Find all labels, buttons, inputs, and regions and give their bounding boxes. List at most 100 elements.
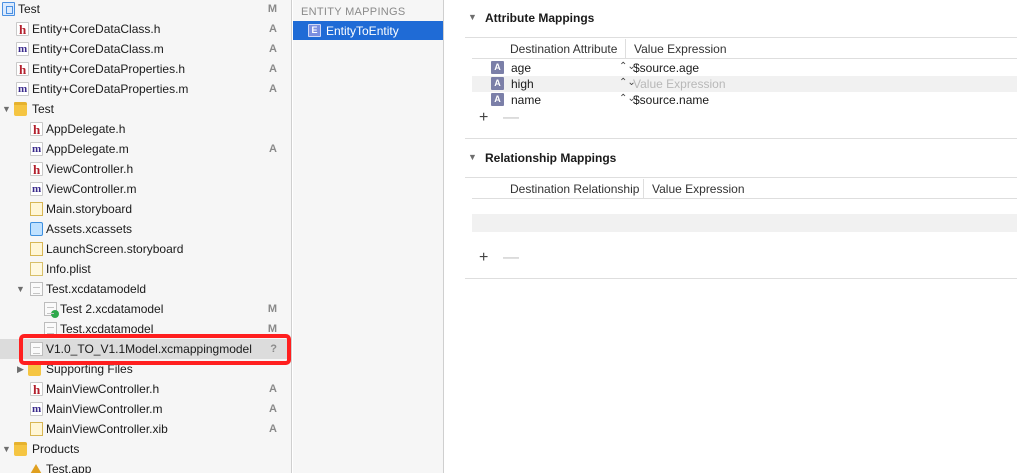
- nav-row-file[interactable]: Entity+CoreDataClass.m A: [0, 39, 291, 59]
- plist-icon: [30, 262, 43, 276]
- nav-row-file[interactable]: Entity+CoreDataProperties.h A: [0, 59, 291, 79]
- nav-row-file[interactable]: MainViewController.xib A: [0, 419, 291, 439]
- add-relationship-mapping-button[interactable]: +: [479, 249, 488, 267]
- nav-row-label: AppDelegate.h: [46, 122, 126, 136]
- column-divider: [643, 179, 644, 199]
- nav-row-file[interactable]: ViewController.h: [0, 159, 291, 179]
- status-badge: A: [269, 383, 277, 395]
- nav-row-label: Entity+CoreDataProperties.m: [32, 82, 189, 96]
- divider: [465, 138, 1017, 139]
- nav-row-file[interactable]: Assets.xcassets: [0, 219, 291, 239]
- nav-row-file[interactable]: MainViewController.m A: [0, 399, 291, 419]
- nav-row-file[interactable]: LaunchScreen.storyboard: [0, 239, 291, 259]
- nav-row-file[interactable]: ViewController.m: [0, 179, 291, 199]
- data-model-icon: [44, 302, 59, 318]
- status-badge: M: [267, 303, 277, 315]
- entity-icon: E: [308, 24, 321, 37]
- disclosure-triangle-open-icon[interactable]: ▼: [16, 284, 25, 294]
- implementation-file-icon: [30, 402, 43, 416]
- disclosure-triangle-open-icon[interactable]: ▼: [2, 104, 11, 114]
- nav-row-group-datamodel[interactable]: ▼ Test.xcdatamodeld: [0, 279, 291, 299]
- relationship-mappings-title: Relationship Mappings: [485, 151, 617, 165]
- nav-row-label: Assets.xcassets: [46, 222, 133, 236]
- add-attribute-mapping-button[interactable]: +: [479, 109, 488, 127]
- entity-mapping-label: EntityToEntity: [326, 24, 399, 38]
- nav-row-file[interactable]: MainViewController.h A: [0, 379, 291, 399]
- folder-icon: [14, 102, 27, 116]
- project-navigator: Test M Entity+CoreDataClass.h A Entity+C…: [0, 0, 292, 473]
- column-divider: [625, 39, 626, 59]
- nav-row-group-test[interactable]: ▼ Test: [0, 99, 291, 119]
- column-header-destination-relationship[interactable]: Destination Relationship: [510, 182, 639, 196]
- status-badge: A: [269, 43, 277, 55]
- relationship-empty-row: [472, 214, 1017, 232]
- nav-row-file[interactable]: Entity+CoreDataProperties.m A: [0, 79, 291, 99]
- divider: [472, 198, 1017, 199]
- folder-icon: [14, 442, 27, 456]
- nav-row-file[interactable]: Entity+CoreDataClass.h A: [0, 19, 291, 39]
- attribute-name: age: [511, 61, 532, 75]
- attribute-name: high: [511, 77, 534, 91]
- nav-row-label: Test.xcdatamodeld: [46, 282, 147, 296]
- entity-mapping-row-selected[interactable]: E EntityToEntity: [293, 21, 443, 40]
- nav-row-label: Test: [32, 102, 55, 116]
- status-badge: A: [269, 403, 277, 415]
- nav-row-file[interactable]: Test 2.xcdatamodel M: [0, 299, 291, 319]
- remove-relationship-mapping-button[interactable]: —: [503, 249, 519, 267]
- attribute-icon: A: [491, 61, 504, 74]
- nav-row-file[interactable]: Main.storyboard: [0, 199, 291, 219]
- column-header-destination-attribute[interactable]: Destination Attribute: [510, 42, 617, 56]
- disclosure-triangle-open-icon[interactable]: ▼: [2, 444, 11, 454]
- status-badge: M: [267, 3, 277, 15]
- nav-row-label: Test: [18, 2, 41, 16]
- nav-row-label: Entity+CoreDataClass.h: [32, 22, 161, 36]
- nav-row-label: MainViewController.h: [46, 382, 160, 396]
- status-badge: A: [269, 83, 277, 95]
- project-icon: [2, 2, 15, 16]
- nav-row-label: Info.plist: [46, 262, 91, 276]
- nav-row-file[interactable]: AppDelegate.m A: [0, 139, 291, 159]
- nav-row-label: MainViewController.xib: [46, 422, 168, 436]
- nav-row-label: Entity+CoreDataProperties.h: [32, 62, 186, 76]
- value-expression-field[interactable]: $source.name: [633, 93, 709, 107]
- current-version-check-icon: [51, 310, 59, 318]
- nav-row-project-test[interactable]: Test M: [0, 0, 291, 19]
- disclosure-triangle-open-icon[interactable]: ▼: [468, 152, 477, 162]
- nav-row-file[interactable]: Test.app: [0, 459, 291, 473]
- status-badge: A: [269, 23, 277, 35]
- divider: [465, 278, 1017, 279]
- column-header-value-expression[interactable]: Value Expression: [652, 182, 745, 196]
- attribute-mappings-title: Attribute Mappings: [485, 11, 595, 25]
- disclosure-triangle-open-icon[interactable]: ▼: [468, 12, 477, 22]
- column-header-value-expression[interactable]: Value Expression: [634, 42, 727, 56]
- divider: [465, 37, 1017, 38]
- nav-row-label: LaunchScreen.storyboard: [46, 242, 184, 256]
- nav-row-file[interactable]: AppDelegate.h: [0, 119, 291, 139]
- status-badge: A: [269, 423, 277, 435]
- attribute-mapping-row[interactable]: A high ⌃⌄ Value Expression: [472, 76, 1017, 92]
- nav-row-label: Products: [32, 442, 80, 456]
- nav-row-label: Entity+CoreDataClass.m: [32, 42, 164, 56]
- header-file-icon: [30, 122, 43, 138]
- nav-row-group-products[interactable]: ▼ Products: [0, 439, 291, 459]
- attribute-mapping-row[interactable]: A name ⌃⌄ $source.name: [472, 92, 1017, 108]
- value-expression-field[interactable]: $source.age: [633, 61, 699, 75]
- nav-row-label: MainViewController.m: [46, 402, 163, 416]
- attribute-mapping-row[interactable]: A age ⌃⌄ $source.age: [472, 60, 1017, 76]
- nav-row-label: Main.storyboard: [46, 202, 133, 216]
- nav-row-file[interactable]: Info.plist: [0, 259, 291, 279]
- remove-attribute-mapping-button[interactable]: —: [503, 109, 519, 127]
- value-expression-field[interactable]: Value Expression: [633, 77, 726, 91]
- nav-row-label: ViewController.m: [46, 182, 137, 196]
- implementation-file-icon: [30, 182, 43, 196]
- nav-row-label: Test.app: [46, 462, 92, 473]
- attribute-name: name: [511, 93, 542, 107]
- implementation-file-icon: [16, 42, 29, 56]
- storyboard-icon: [30, 242, 43, 256]
- entity-mappings-title: ENTITY MAPPINGS: [301, 6, 406, 18]
- header-file-icon: [16, 22, 29, 38]
- disclosure-triangle-closed-icon[interactable]: ▶: [16, 364, 25, 374]
- divider: [472, 58, 1017, 59]
- nav-row-label: Test 2.xcdatamodel: [60, 302, 164, 316]
- status-badge: A: [269, 143, 277, 155]
